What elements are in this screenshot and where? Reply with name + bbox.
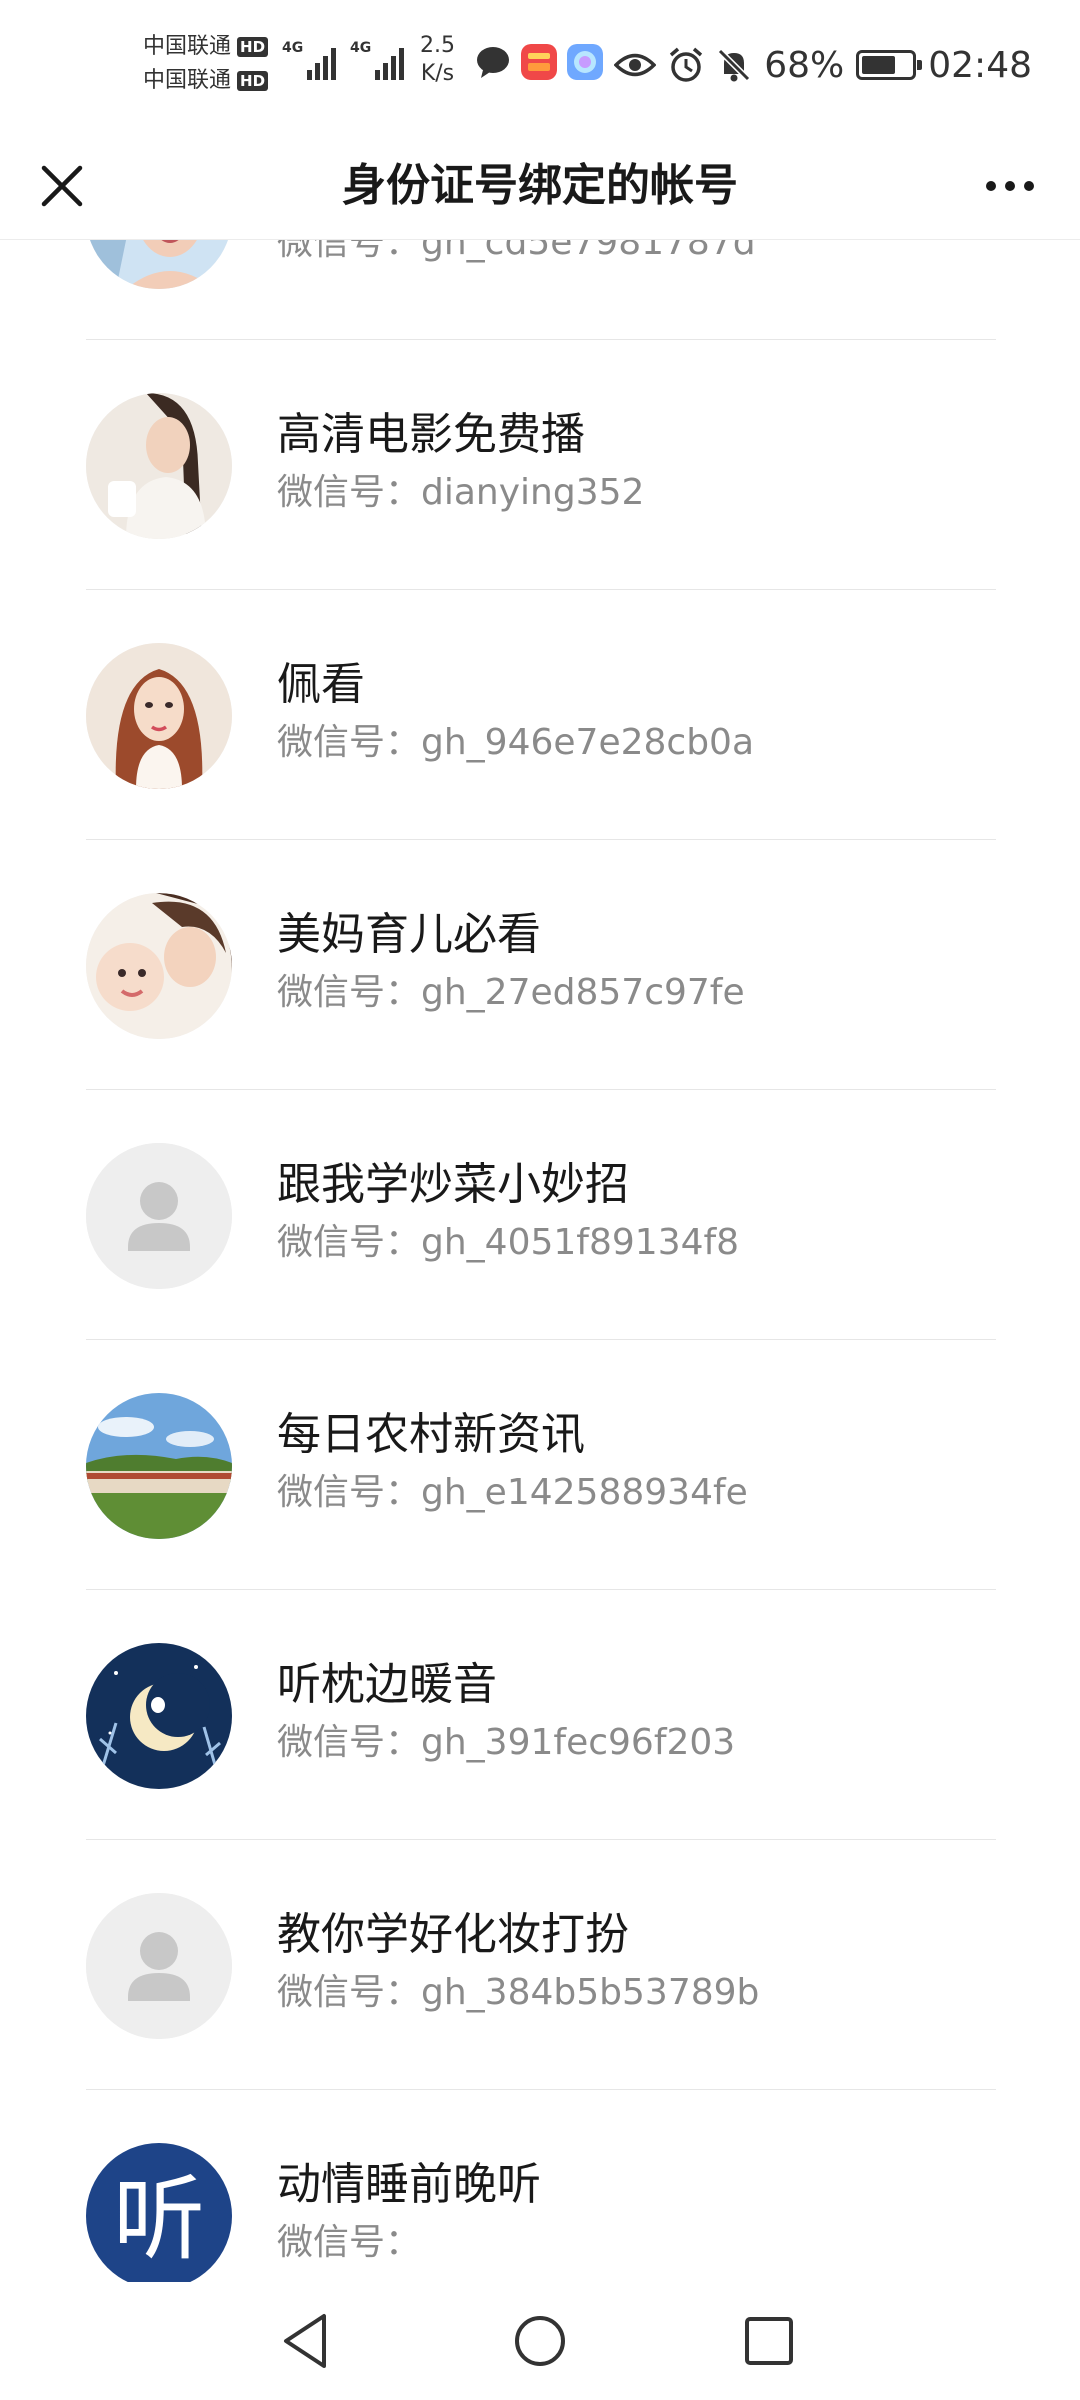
account-avatar — [86, 240, 232, 289]
network-type-1: 4G — [282, 40, 304, 56]
account-wechat-id: 微信号：gh_cd5e7981787d — [277, 240, 756, 268]
account-wechat-id: 微信号：dianying352 — [277, 468, 644, 518]
eye-icon — [614, 53, 657, 77]
alarm-icon — [670, 47, 703, 82]
account-wechat-id: 微信号：gh_391fec96f203 — [277, 1718, 735, 1768]
more-dots-icon[interactable] — [970, 154, 1050, 218]
battery-level-fill — [862, 56, 895, 74]
wechat-id-label: 微信号： — [277, 472, 422, 513]
account-list-item[interactable]: 听枕边暖音微信号：gh_391fec96f203 — [0, 1590, 1080, 1840]
account-list-viewport[interactable]: 女人红颜调养妙方微信号：gh_cd5e7981787d高清电影免费播微信号：di… — [0, 240, 1080, 2282]
wechat-id-value: gh_4051f89134f8 — [421, 1222, 740, 1263]
network-speed: 2.5 K/s — [420, 32, 455, 88]
account-name: 佩看 — [277, 659, 365, 710]
account-name: 听枕边暖音 — [277, 1659, 497, 1710]
account-avatar: 听 — [86, 2143, 232, 2282]
hd-badge-2: HD — [237, 71, 269, 91]
account-list-item[interactable]: 美妈育儿必看微信号：gh_27ed857c97fe — [0, 840, 1080, 1090]
speed-unit: K/s — [420, 61, 455, 86]
wechat-id-label: 微信号： — [277, 1722, 422, 1763]
account-name: 高清电影免费播 — [277, 409, 585, 460]
account-list-item[interactable]: 高清电影免费播微信号：dianying352 — [0, 340, 1080, 590]
back-triangle-icon[interactable] — [272, 2304, 346, 2378]
account-avatar — [86, 1393, 232, 1539]
page-title: 身份证号绑定的帐号 — [342, 160, 738, 211]
wechat-id-label: 微信号： — [277, 722, 422, 763]
signal-icons: 4G 4G — [282, 40, 404, 80]
avatar-text: 听 — [113, 2166, 205, 2273]
battery-icon — [856, 50, 923, 80]
system-navigation-bar — [0, 2282, 1080, 2400]
recents-square-icon[interactable] — [732, 2304, 806, 2378]
status-bar: 中国联通 HD 中国联通 HD 4G 4G 2.5 K/s 68% 02:48 — [0, 0, 1080, 132]
account-name: 每日农村新资讯 — [277, 1409, 585, 1460]
hd-badge-1: HD — [237, 37, 269, 57]
wechat-id-value: gh_391fec96f203 — [421, 1722, 736, 1763]
wechat-id-label: 微信号： — [277, 972, 422, 1013]
navigation-bar: 身份证号绑定的帐号 — [0, 132, 1080, 240]
network-type-2: 4G — [350, 40, 372, 56]
notification-icons — [475, 44, 603, 80]
app-blue-icon — [567, 44, 603, 80]
account-avatar — [86, 393, 232, 539]
wechat-id-label: 微信号： — [277, 240, 422, 263]
wechat-id-value: gh_946e7e28cb0a — [421, 722, 755, 763]
chat-bubble-icon — [477, 47, 509, 78]
account-list-item[interactable]: 跟我学炒菜小妙招微信号：gh_4051f89134f8 — [0, 1090, 1080, 1340]
account-name: 教你学好化妆打扮 — [277, 1909, 629, 1960]
wechat-id-value: gh_27ed857c97fe — [421, 972, 745, 1013]
account-wechat-id: 微信号：gh_384b5b53789b — [277, 1968, 759, 2018]
account-wechat-id: 微信号：gh_4051f89134f8 — [277, 1218, 739, 1268]
account-wechat-id: 微信号：gh_e142588934fe — [277, 1468, 748, 1518]
wechat-id-label: 微信号： — [277, 2222, 422, 2263]
clock: 02:48 — [928, 44, 1032, 86]
account-name: 跟我学炒菜小妙招 — [277, 1159, 629, 1210]
wechat-id-value: gh_384b5b53789b — [421, 1972, 760, 2013]
account-name: 美妈育儿必看 — [277, 909, 541, 960]
wechat-id-value: gh_e142588934fe — [421, 1472, 748, 1513]
wechat-id-label: 微信号： — [277, 1972, 422, 2013]
account-avatar — [86, 893, 232, 1039]
app-red-icon — [521, 44, 557, 80]
default-avatar-icon — [86, 1143, 232, 1289]
signal-icon-2: 4G — [350, 40, 404, 80]
speed-value: 2.5 — [420, 33, 455, 58]
wechat-id-label: 微信号： — [277, 1222, 422, 1263]
carrier-2-label: 中国联通 — [143, 68, 232, 93]
signal-icon-1: 4G — [282, 40, 336, 80]
account-list: 女人红颜调养妙方微信号：gh_cd5e7981787d高清电影免费播微信号：di… — [0, 240, 1080, 2282]
carrier-info: 中国联通 HD 中国联通 HD — [143, 30, 269, 98]
account-wechat-id: 微信号： — [277, 2218, 421, 2268]
account-name: 动情睡前晚听 — [277, 2159, 541, 2210]
battery-percent: 68% — [764, 44, 845, 86]
account-avatar — [86, 1643, 232, 1789]
home-circle-icon[interactable] — [503, 2304, 577, 2378]
account-list-item[interactable]: 听 动情睡前晚听微信号： — [0, 2090, 1080, 2282]
account-wechat-id: 微信号：gh_946e7e28cb0a — [277, 718, 754, 768]
account-wechat-id: 微信号：gh_27ed857c97fe — [277, 968, 745, 1018]
default-avatar-icon — [86, 1893, 232, 2039]
account-list-item[interactable]: 女人红颜调养妙方微信号：gh_cd5e7981787d — [0, 240, 1080, 340]
account-list-item[interactable]: 每日农村新资讯微信号：gh_e142588934fe — [0, 1340, 1080, 1590]
account-list-item[interactable]: 教你学好化妆打扮微信号：gh_384b5b53789b — [0, 1840, 1080, 2090]
wechat-id-value: dianying352 — [421, 472, 645, 513]
carrier-1-label: 中国联通 — [143, 34, 232, 59]
account-list-item[interactable]: 佩看微信号：gh_946e7e28cb0a — [0, 590, 1080, 840]
wechat-id-value: gh_cd5e7981787d — [421, 240, 756, 263]
wechat-id-label: 微信号： — [277, 1472, 422, 1513]
account-avatar — [86, 643, 232, 789]
status-right: 68% 02:48 — [614, 38, 1032, 92]
mute-bell-icon — [718, 48, 751, 82]
